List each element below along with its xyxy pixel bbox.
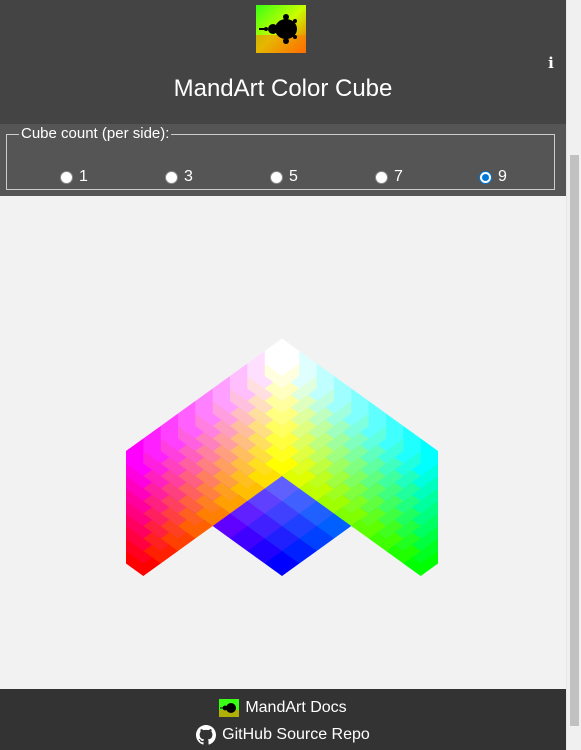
radio-label-9: 9 (498, 168, 507, 185)
header: i MandArt Color Cube (0, 0, 566, 124)
color-cube-svg[interactable] (0, 196, 566, 689)
radio-button-5[interactable] (270, 170, 283, 184)
radio-option-7[interactable]: 7 (375, 168, 403, 186)
controls-panel: Cube count (per side): 1 3 5 7 9 (0, 124, 566, 196)
radio-label-5: 5 (289, 168, 298, 185)
mandelbrot-logo-icon (219, 699, 240, 717)
mandart-docs-link[interactable]: MandArt Docs (0, 699, 566, 717)
radio-button-7[interactable] (375, 170, 388, 184)
radio-option-1[interactable]: 1 (60, 168, 88, 186)
github-repo-link[interactable]: GitHub Source Repo (0, 725, 566, 745)
footer: MandArt Docs GitHub Source Repo (0, 689, 566, 750)
scrollbar-thumb[interactable] (570, 155, 579, 726)
radio-label-7: 7 (394, 168, 403, 185)
radio-button-1[interactable] (60, 170, 73, 184)
cube-count-fieldset: Cube count (per side): 1 3 5 7 9 (6, 126, 555, 190)
info-icon[interactable]: i (543, 53, 559, 73)
radio-option-3[interactable]: 3 (165, 168, 193, 186)
mandelbrot-logo-icon[interactable] (256, 5, 306, 53)
scrollbar[interactable] (566, 0, 581, 750)
color-cube-canvas[interactable] (0, 196, 566, 689)
github-icon (196, 725, 217, 745)
cube-count-legend: Cube count (per side): (21, 125, 170, 142)
radio-option-5[interactable]: 5 (270, 168, 298, 186)
radio-label-1: 1 (79, 168, 88, 185)
github-repo-label: GitHub Source Repo (222, 726, 370, 743)
radio-option-9[interactable]: 9 (479, 168, 507, 186)
page-title: MandArt Color Cube (173, 75, 393, 102)
radio-button-3[interactable] (165, 170, 178, 184)
mandart-docs-label: MandArt Docs (245, 699, 347, 716)
radio-button-9[interactable] (479, 170, 492, 184)
page: i MandArt Color Cube Cube count (per sid… (0, 0, 566, 750)
radio-label-3: 3 (184, 168, 193, 185)
